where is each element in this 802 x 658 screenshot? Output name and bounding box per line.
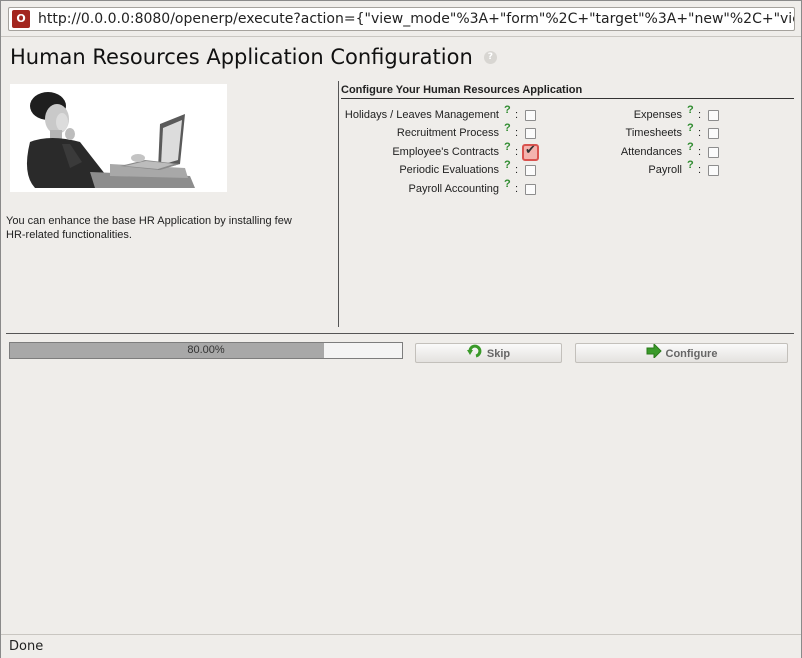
help-icon[interactable]: ? [687, 104, 694, 116]
help-icon[interactable]: ? [687, 141, 694, 153]
checkbox-timesheets[interactable] [708, 128, 719, 139]
field-label-recruitment: Recruitment Process [396, 127, 499, 139]
help-icon[interactable]: ? [504, 159, 511, 171]
field-label-timesheets: Timesheets [625, 127, 682, 139]
checkbox-recruitment[interactable] [525, 128, 536, 139]
field-label-holidays: Holidays / Leaves Management [344, 109, 499, 121]
status-text: Done [9, 639, 44, 654]
field-colon: : [515, 109, 519, 121]
field-row-expenses: Expenses ? : [541, 104, 721, 125]
field-colon: : [698, 146, 702, 158]
checkbox-payroll[interactable] [708, 165, 719, 176]
field-row-payroll-accounting: Payroll Accounting ? : [341, 178, 541, 199]
man-with-laptop-photo [10, 84, 227, 192]
field-label-expenses: Expenses [633, 109, 682, 121]
checkbox-expenses[interactable] [708, 110, 719, 121]
field-row-recruitment: Recruitment Process ? : [341, 122, 541, 143]
field-label-payroll-accounting: Payroll Accounting [408, 183, 500, 195]
checkbox-holidays[interactable] [525, 110, 536, 121]
field-label-evaluations: Periodic Evaluations [399, 164, 499, 176]
openerp-site-icon: O [12, 10, 30, 28]
help-icon[interactable]: ? [504, 178, 511, 190]
field-colon: : [515, 146, 519, 158]
help-icon[interactable]: ? [687, 159, 694, 171]
field-colon: : [515, 164, 519, 176]
intro-text: You can enhance the base HR Application … [6, 215, 292, 241]
skip-label: Skip [486, 348, 511, 360]
field-row-timesheets: Timesheets ? : [541, 122, 721, 143]
field-row-payroll: Payroll ? : [541, 159, 721, 180]
checkbox-payroll-accounting[interactable] [525, 184, 536, 195]
field-row-attendances: Attendances ? : [541, 141, 721, 162]
page-title-row: Human Resources Application Configuratio… [10, 45, 497, 75]
field-colon: : [515, 127, 519, 139]
left-panel: You can enhance the base HR Application … [5, 81, 337, 327]
field-colon: : [698, 109, 702, 121]
field-row-evaluations: Periodic Evaluations ? : [341, 159, 541, 180]
field-colon: : [698, 127, 702, 139]
help-icon[interactable]: ? [504, 104, 511, 116]
field-colon: : [698, 164, 702, 176]
help-icon[interactable]: ? [504, 141, 511, 153]
config-form: Configure Your Human Resources Applicati… [341, 81, 794, 195]
progress-text: 80.00% [187, 344, 225, 356]
checkbox-contracts[interactable]: ✔ [522, 143, 539, 161]
vertical-divider [338, 81, 339, 327]
page-title: Human Resources Application Configuratio… [10, 45, 473, 69]
question-bubble-icon[interactable]: ? [483, 50, 497, 64]
browser-url-bar: O http://0.0.0.0:8080/openerp/execute?ac… [1, 1, 801, 37]
field-label-payroll: Payroll [648, 164, 682, 176]
horizontal-divider [6, 333, 794, 334]
help-icon[interactable]: ? [687, 122, 694, 134]
configure-button[interactable]: Configure [575, 342, 788, 364]
configure-label: Configure [665, 348, 718, 360]
field-row-holidays: Holidays / Leaves Management ? : [341, 104, 541, 125]
help-icon[interactable]: ? [504, 122, 511, 134]
browser-status-bar: Done [1, 634, 801, 658]
checkbox-evaluations[interactable] [525, 165, 536, 176]
skip-button[interactable]: Skip [415, 343, 562, 363]
address-field[interactable]: O http://0.0.0.0:8080/openerp/execute?ac… [8, 7, 795, 31]
field-label-attendances: Attendances [620, 146, 682, 158]
field-row-contracts: Employee's Contracts ? : ✔ [341, 141, 541, 162]
checkmark-icon: ✔ [525, 143, 536, 158]
checkbox-attendances[interactable] [708, 147, 719, 158]
green-right-arrow-icon [646, 342, 662, 364]
progress-bar: 80.00% [9, 342, 403, 359]
field-colon: : [515, 183, 519, 195]
field-label-contracts: Employee's Contracts [392, 146, 499, 158]
green-rotate-arrow-icon [466, 344, 483, 364]
section-title: Configure Your Human Resources Applicati… [341, 81, 794, 99]
url-text[interactable]: http://0.0.0.0:8080/openerp/execute?acti… [38, 11, 794, 27]
